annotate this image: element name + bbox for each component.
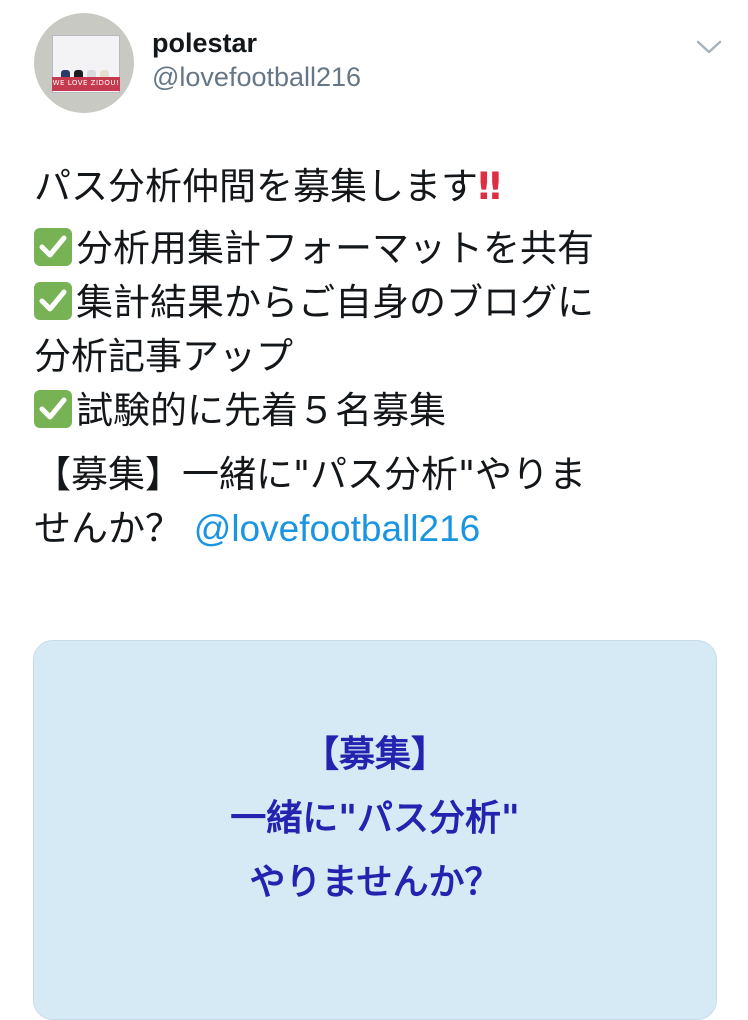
card-headline: 【募集】 一緒に"パス分析" やりませんか？ <box>34 723 716 915</box>
white-check-mark-icon <box>34 282 72 320</box>
list-item: 試験的に先着５名募集 <box>34 384 724 438</box>
list-item-text: 分析用集計フォーマットを共有 <box>76 227 594 270</box>
chevron-down-icon[interactable] <box>694 36 724 58</box>
user-handle[interactable]: @lovefootball216 <box>152 62 361 93</box>
card-line: 一緒に"パス分析" <box>230 798 520 839</box>
avatar-band: WE LOVE ZIDOU! <box>52 77 120 91</box>
tweet-line: パス分析仲間を募集します‼ <box>34 160 724 214</box>
mention-link[interactable]: @lovefootball216 <box>194 508 480 549</box>
double-exclamation-icon: ‼ <box>478 165 501 208</box>
avatar[interactable]: WE LOVE ZIDOU! <box>34 13 134 113</box>
avatar-caption: WE LOVE ZIDOU! <box>52 79 120 87</box>
link-title-text: せんか？ <box>34 507 182 550</box>
link-title-line: せんか？ @lovefootball216 <box>34 502 724 556</box>
tweet: WE LOVE ZIDOU! polestar @lovefootball216… <box>0 0 748 1020</box>
list-item-continuation: 分析記事アップ <box>34 335 293 378</box>
card-line: 【募集】 <box>302 734 447 775</box>
list-item: 分析用集計フォーマットを共有 <box>34 222 724 276</box>
card-line: やりませんか？ <box>249 862 501 903</box>
list-item-text: 試験的に先着５名募集 <box>76 389 446 432</box>
white-check-mark-icon <box>34 228 72 266</box>
link-title-line: 【募集】一緒に"パス分析"やりま <box>34 453 587 496</box>
white-check-mark-icon <box>34 390 72 428</box>
link-preview-card[interactable]: 【募集】 一緒に"パス分析" やりませんか？ <box>33 640 717 1020</box>
display-name[interactable]: polestar <box>152 28 257 59</box>
tweet-line-text: パス分析仲間を募集します <box>34 165 478 208</box>
tweet-text: パス分析仲間を募集します‼ 分析用集計フォーマットを共有 集計結果からご自身のブ… <box>34 160 724 556</box>
list-item-text: 集計結果からご自身のブログに <box>76 281 594 324</box>
list-item: 集計結果からご自身のブログに <box>34 276 724 330</box>
